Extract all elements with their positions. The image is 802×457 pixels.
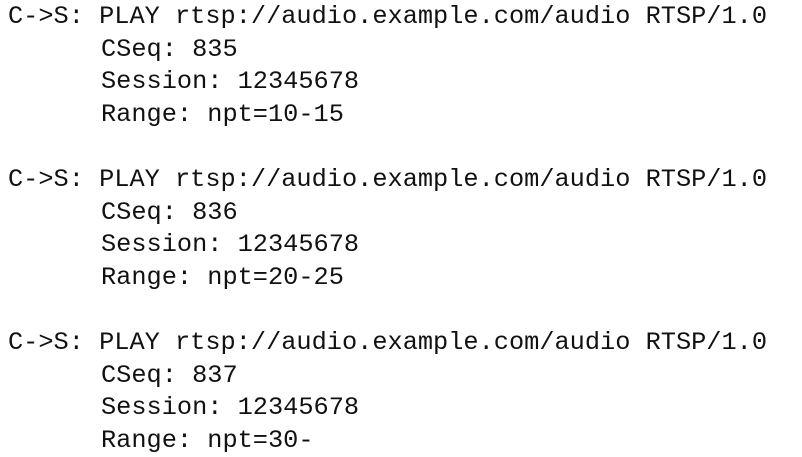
request-line: C->S: PLAY rtsp://audio.example.com/audi… — [8, 327, 768, 357]
cseq-header: CSeq: 836 — [101, 197, 238, 227]
range-header: Range: npt=10-15 — [101, 99, 344, 129]
session-header: Session: 12345678 — [101, 67, 360, 97]
request-line: C->S: PLAY rtsp://audio.example.com/audi… — [8, 164, 768, 194]
cseq-header: CSeq: 835 — [101, 34, 238, 64]
rtsp-example-document: C->S: PLAY rtsp://audio.example.com/audi… — [8, 0, 798, 457]
range-header: Range: npt=30- — [101, 425, 314, 455]
session-header: Session: 12345678 — [101, 393, 360, 423]
play-request-block: C->S: PLAY rtsp://audio.example.com/audi… — [8, 164, 798, 294]
range-header: Range: npt=20-25 — [101, 262, 344, 292]
cseq-header: CSeq: 837 — [101, 360, 238, 390]
request-line: C->S: PLAY rtsp://audio.example.com/audi… — [8, 2, 768, 31]
play-request-block: C->S: PLAY rtsp://audio.example.com/audi… — [8, 1, 798, 131]
play-request-block: C->S: PLAY rtsp://audio.example.com/audi… — [8, 327, 798, 457]
session-header: Session: 12345678 — [101, 230, 360, 260]
